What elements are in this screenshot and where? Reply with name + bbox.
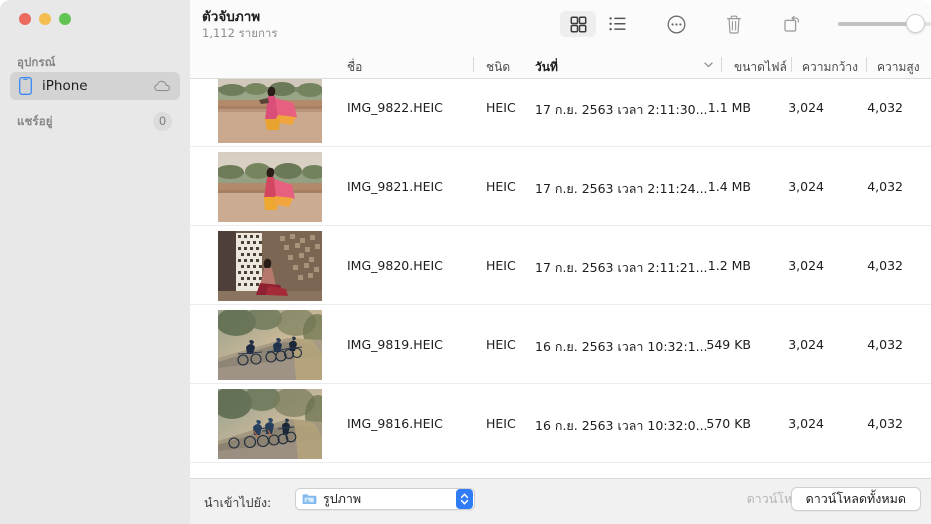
cell-kind: HEIC [486,337,516,352]
column-divider-4[interactable] [866,57,867,72]
column-divider-1[interactable] [473,57,474,72]
cell-height: 4,032 [867,258,903,273]
slider-thumb[interactable] [906,14,925,33]
download-all-button[interactable]: ดาวน์โหลดทั้งหมด [790,487,921,511]
table-row[interactable]: IMG_9816.HEIC HEIC 16 ก.ย. 2563 เวลา 10:… [190,384,931,463]
column-header-date[interactable]: วันที่ [535,58,558,77]
column-divider-3[interactable] [791,57,792,72]
item-count-label: 1,112 รายการ [202,26,278,40]
sidebar: อุปกรณ์ iPhone แชร์อยู่ 0 [0,0,190,524]
cell-name: IMG_9820.HEIC [347,258,443,273]
column-header-name[interactable]: ชื่อ [347,58,362,77]
import-destination-popup[interactable]: รูปภาพ [295,488,475,510]
cell-size: 1.1 MB [707,100,751,115]
cell-width: 3,024 [788,100,824,115]
delete-button[interactable] [716,11,752,37]
ellipsis-circle-icon [667,15,685,33]
cell-height: 4,032 [867,337,903,352]
table-row[interactable]: IMG_9822.HEIC HEIC 17 ก.ย. 2563 เวลา 2:1… [190,79,931,147]
cloud-icon [154,80,170,92]
photo-thumbnail-sari [218,152,322,222]
column-divider-2[interactable] [721,57,722,72]
maximize-button[interactable] [59,13,71,25]
cell-size: 1.4 MB [707,179,751,194]
cell-size: 570 KB [706,416,751,431]
chevron-down-icon [704,62,713,68]
column-header-kind[interactable]: ชนิด [486,58,510,77]
grid-view-button[interactable] [560,11,596,37]
grid-icon [570,16,586,32]
import-destination-label: นำเข้าไปยัง: [204,495,272,510]
table-column-headers: ชื่อ ชนิด วันที่ ขนาดไฟล์ ความกว้าง ความ… [190,52,931,79]
toolbar-actions [560,9,931,39]
cell-kind: HEIC [486,416,516,431]
cell-date: 16 ก.ย. 2563 เวลา 10:32:1... [535,339,708,354]
import-destination-value: รูปภาพ [323,491,362,506]
sidebar-item-shared[interactable]: 0 [10,110,180,134]
rotate-icon [784,15,799,32]
iphone-icon [19,77,32,95]
sidebar-item-iphone[interactable]: iPhone [10,72,180,100]
cell-width: 3,024 [788,337,824,352]
toolbar: ตัวจับภาพ 1,112 รายการ [190,0,931,52]
file-list[interactable]: IMG_9822.HEIC HEIC 17 ก.ย. 2563 เวลา 2:1… [190,79,931,478]
photo-thumbnail-cyclists [218,389,322,459]
folder-icon [302,494,317,504]
cell-date: 17 ก.ย. 2563 เวลา 2:11:30... [535,102,708,117]
cell-date: 16 ก.ย. 2563 เวลา 10:32:0... [535,418,708,433]
photo-thumbnail-cyclists [218,310,322,380]
cell-name: IMG_9819.HEIC [347,337,443,352]
thumbnail-size-slider[interactable] [838,12,931,36]
photo-thumbnail-lattice [218,231,322,301]
shared-count-badge: 0 [153,112,172,131]
list-view-button[interactable] [600,11,636,37]
column-header-size[interactable]: ขนาดไฟล์ [734,58,787,77]
cell-height: 4,032 [867,416,903,431]
rotate-button[interactable] [774,11,810,37]
close-button[interactable] [19,13,31,25]
cell-height: 4,032 [867,100,903,115]
main-content: ตัวจับภาพ 1,112 รายการ ชื่อ ชนิด วันที่ … [190,0,931,524]
bottom-bar: นำเข้าไปยัง: รูปภาพ ดาวน์โหลด ดาวน์โหลดท… [190,478,931,524]
cell-name: IMG_9822.HEIC [347,100,443,115]
sidebar-section-devices: อุปกรณ์ [17,55,56,69]
image-capture-window: อุปกรณ์ iPhone แชร์อยู่ 0 ตัวจับภาพ 1,11… [0,0,931,524]
column-header-width[interactable]: ความกว้าง [802,58,858,77]
thumbnail[interactable] [218,152,322,222]
cell-kind: HEIC [486,100,516,115]
window-controls [19,13,71,25]
thumbnail[interactable] [218,310,322,380]
column-header-height[interactable]: ความสูง [877,58,920,77]
chevron-up-down-icon [460,493,469,505]
sidebar-item-iphone-label: iPhone [42,78,88,94]
cell-width: 3,024 [788,179,824,194]
page-title: ตัวจับภาพ [202,9,261,25]
cell-kind: HEIC [486,258,516,273]
slider-track-filled [838,22,914,26]
cell-height: 4,032 [867,179,903,194]
table-row[interactable]: IMG_9819.HEIC HEIC 16 ก.ย. 2563 เวลา 10:… [190,305,931,384]
cell-size: 1.2 MB [707,258,751,273]
title-block: ตัวจับภาพ 1,112 รายการ [202,9,278,41]
more-options-button[interactable] [658,11,694,37]
cell-width: 3,024 [788,416,824,431]
minimize-button[interactable] [39,13,51,25]
cell-name: IMG_9821.HEIC [347,179,443,194]
cell-kind: HEIC [486,179,516,194]
thumbnail[interactable] [218,389,322,459]
table-row[interactable]: IMG_9821.HEIC HEIC 17 ก.ย. 2563 เวลา 2:1… [190,147,931,226]
trash-icon [727,15,741,34]
cell-name: IMG_9816.HEIC [347,416,443,431]
cell-size: 549 KB [706,337,751,352]
popup-stepper-arrows[interactable] [456,489,473,509]
list-icon [609,17,626,31]
photo-thumbnail-sari [218,79,322,143]
cell-date: 17 ก.ย. 2563 เวลา 2:11:21... [535,260,708,275]
cell-date: 17 ก.ย. 2563 เวลา 2:11:24... [535,181,708,196]
thumbnail[interactable] [218,231,322,301]
cell-width: 3,024 [788,258,824,273]
thumbnail[interactable] [218,79,322,143]
table-row[interactable]: IMG_9820.HEIC HEIC 17 ก.ย. 2563 เวลา 2:1… [190,226,931,305]
